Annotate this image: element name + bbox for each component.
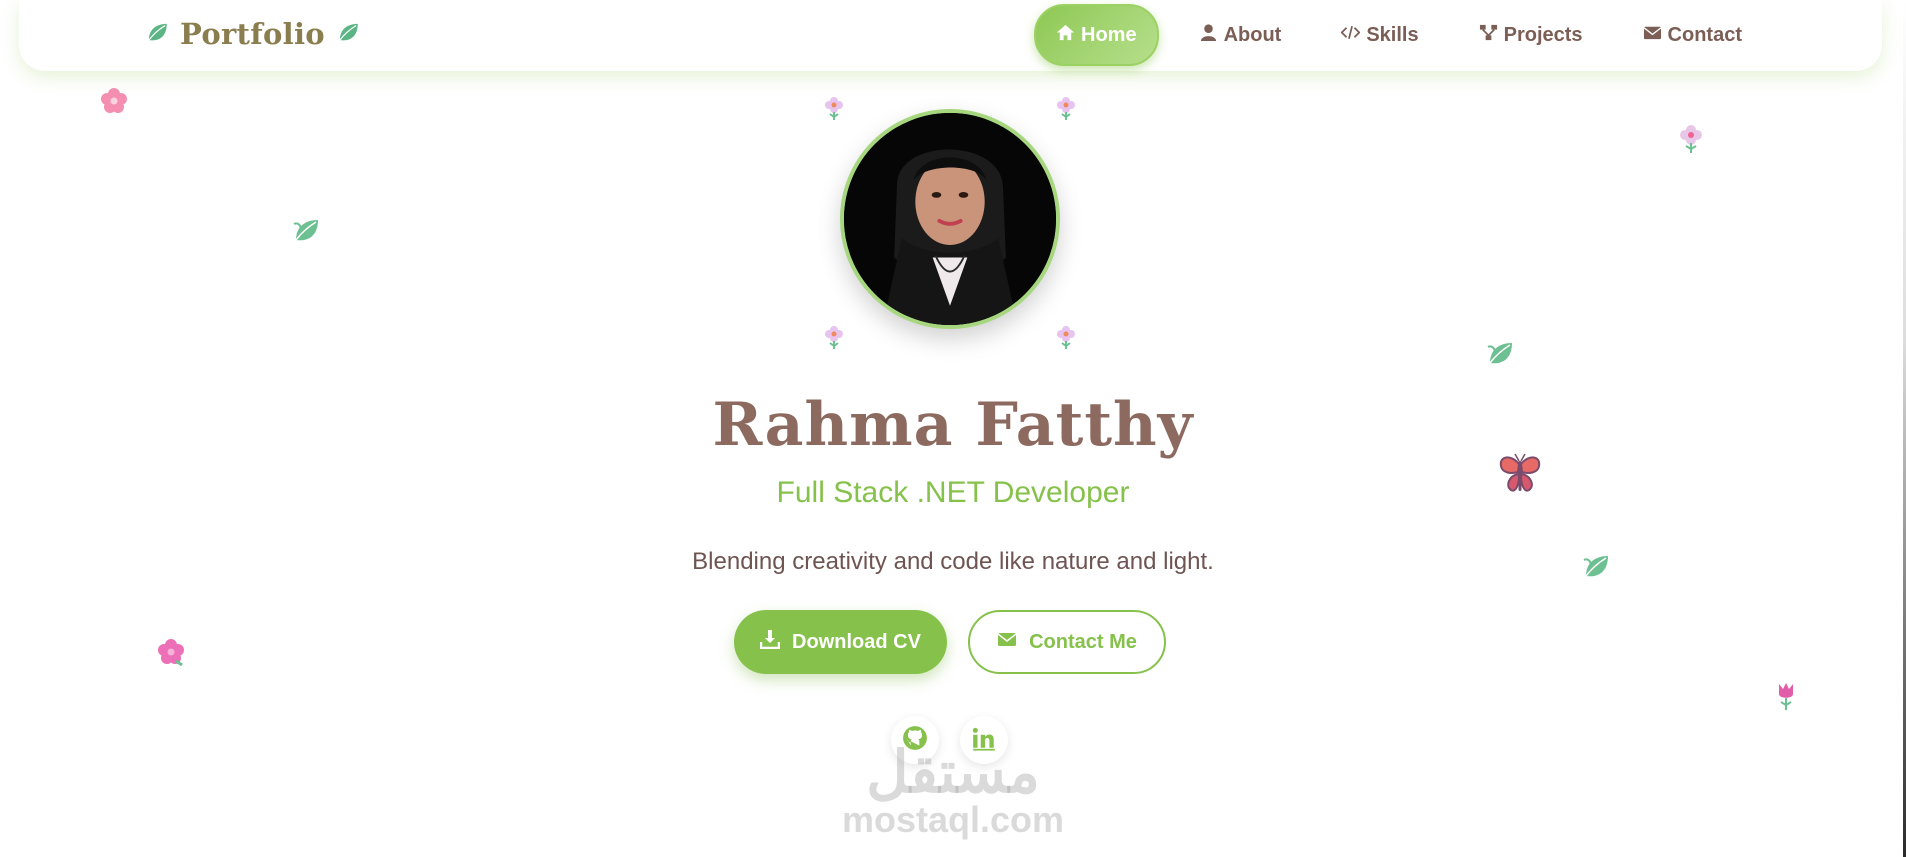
- download-icon: [759, 629, 781, 655]
- flower-icon: [1678, 123, 1704, 155]
- contact-me-label: Contact Me: [1029, 630, 1137, 653]
- flower-icon: [156, 637, 186, 667]
- nav-item-contact[interactable]: Contact: [1623, 6, 1762, 64]
- flower-icon: [823, 324, 845, 350]
- flower-icon: [823, 95, 845, 121]
- code-icon: [1340, 23, 1361, 48]
- nav-item-label: Contact: [1667, 23, 1742, 46]
- profile-photo: [844, 113, 1056, 325]
- leaf-icon: [1484, 337, 1516, 369]
- navbar: Portfolio Home About Skills Projects Con…: [19, 0, 1882, 71]
- nav-item-label: Projects: [1503, 23, 1583, 46]
- watermark-latin: mostaql.com: [841, 799, 1065, 840]
- user-icon: [1199, 23, 1218, 48]
- flower-icon: [99, 86, 129, 116]
- hero-name: Rahma Fatthy: [712, 390, 1194, 460]
- hero-role: Full Stack .NET Developer: [776, 476, 1130, 509]
- leaf-icon: [144, 18, 170, 50]
- nav-item-label: About: [1223, 23, 1282, 46]
- flower-icon: [1055, 95, 1077, 121]
- nav-item-label: Home: [1081, 23, 1137, 46]
- envelope-icon: [997, 629, 1017, 655]
- leaf-icon: [335, 18, 361, 50]
- envelope-icon: [1643, 23, 1662, 48]
- watermark-arabic: مستقل: [866, 740, 1040, 805]
- nav-item-projects[interactable]: Projects: [1459, 6, 1603, 64]
- brand-name: Portfolio: [180, 17, 325, 51]
- brand-logo[interactable]: Portfolio: [144, 10, 361, 58]
- download-cv-button[interactable]: Download CV: [734, 610, 947, 674]
- avatar: [840, 109, 1060, 329]
- main-nav: Home About Skills Projects Contact: [1034, 4, 1762, 66]
- hero-tagline: Blending creativity and code like nature…: [692, 548, 1214, 575]
- flower-icon: [1055, 324, 1077, 350]
- download-cv-label: Download CV: [792, 630, 921, 653]
- nav-item-skills[interactable]: Skills: [1321, 6, 1438, 64]
- watermark: مستقل mostaql.com: [838, 744, 1068, 838]
- tulip-icon: [1774, 680, 1798, 712]
- projects-icon: [1479, 23, 1498, 48]
- contact-me-button[interactable]: Contact Me: [968, 610, 1166, 674]
- leaf-icon: [290, 214, 322, 246]
- nav-item-home[interactable]: Home: [1034, 4, 1159, 66]
- nav-item-label: Skills: [1366, 23, 1419, 46]
- nav-item-about[interactable]: About: [1179, 6, 1302, 64]
- home-icon: [1056, 23, 1075, 48]
